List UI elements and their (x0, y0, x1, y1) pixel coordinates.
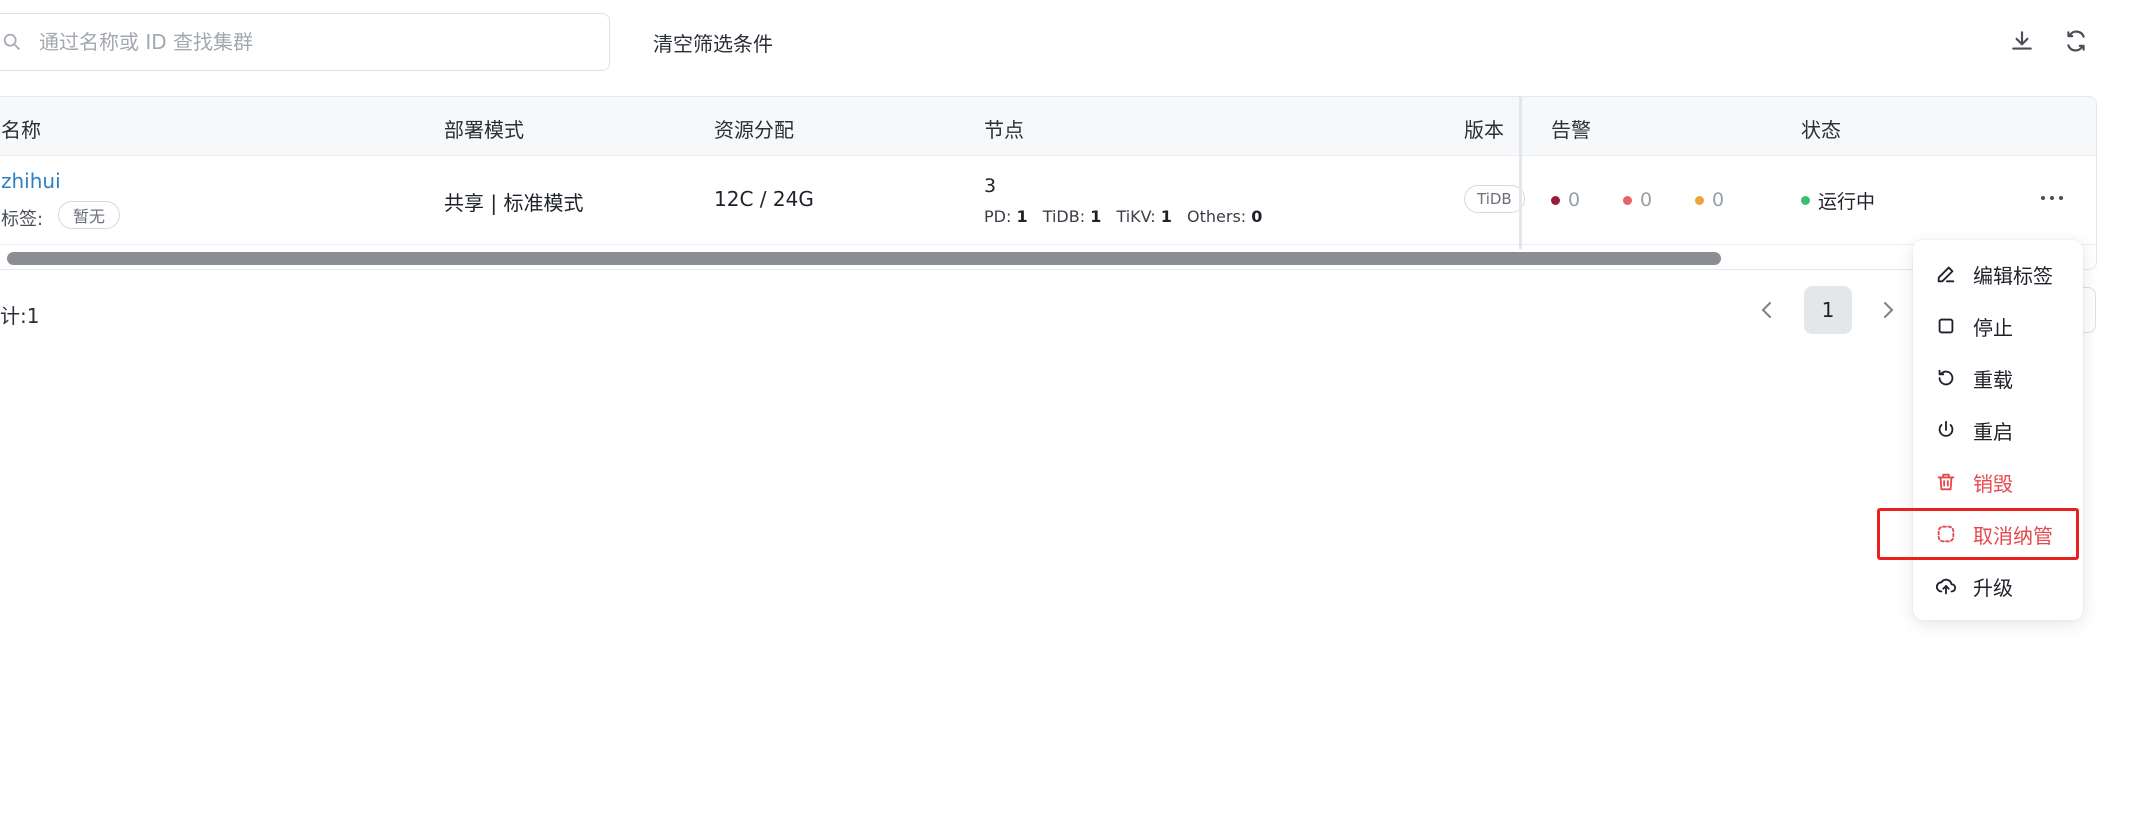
nodes-pd-label: PD: (984, 207, 1012, 226)
search-icon (1, 31, 23, 53)
reload-icon (1938, 369, 1954, 386)
alert-critical: 0 (1551, 189, 1580, 211)
cluster-name-link[interactable]: zhihui (1, 169, 61, 193)
tag-badge[interactable]: 暂无 (58, 201, 121, 229)
alert-critical-count: 0 (1568, 189, 1581, 211)
nodes-tikv-count: 1 (1160, 207, 1172, 226)
menu-item-label: 编辑标签 (1973, 263, 2053, 288)
cloud-upload-icon (1935, 578, 1957, 595)
menu-item-label: 销毁 (1973, 471, 2013, 496)
unlink-icon (1937, 525, 1955, 543)
clear-filters-button[interactable]: 清空筛选条件 (653, 28, 773, 57)
column-header-status: 状态 (1801, 118, 1841, 142)
menu-item-restart[interactable]: 重启 (1913, 404, 2083, 456)
alert-warning-dot-icon (1623, 195, 1632, 205)
nodes-tidb-label: TiDB: (1042, 207, 1086, 226)
menu-item-label: 重载 (1973, 367, 2013, 392)
menu-item-stop[interactable]: 停止 (1913, 300, 2083, 352)
alert-info-count: 0 (1712, 189, 1725, 211)
search-box[interactable] (0, 13, 610, 71)
menu-item-destroy[interactable]: 销毁 (1913, 456, 2083, 508)
total-count: 计:1 (0, 304, 40, 328)
pencil-icon (1937, 266, 1955, 283)
alert-critical-dot-icon (1551, 195, 1560, 205)
column-header-name: 名称 (1, 118, 41, 142)
square-icon (1938, 318, 1954, 334)
search-input[interactable] (39, 30, 559, 54)
menu-item-label: 重启 (1973, 419, 2013, 444)
table-row: zhihui 标签: 暂无 共享 | 标准模式 12C / 24G 3 PD: … (0, 157, 2096, 245)
menu-item-label: 停止 (1973, 315, 2013, 340)
more-dot-icon (2041, 196, 2045, 200)
alert-warning-count: 0 (1640, 189, 1653, 211)
more-dot-icon (2059, 196, 2063, 200)
menu-item-label: 升级 (1973, 575, 2013, 600)
status-text: 运行中 (1818, 191, 1876, 213)
fixed-column-divider (1519, 97, 1522, 249)
column-header-version: 版本 (1464, 118, 1504, 142)
cluster-table: 名称 部署模式 资源分配 节点 版本 告警 状态 zhihui 标签: 暂无 共… (0, 96, 2097, 270)
status-dot-icon (1801, 196, 1810, 205)
menu-item-label: 取消纳管 (1973, 523, 2053, 548)
power-icon (1938, 420, 1954, 437)
nodes-total: 3 (984, 175, 997, 197)
pagination-page-button[interactable]: 1 (1804, 286, 1852, 334)
alert-info: 0 (1695, 189, 1724, 211)
column-header-deploy-mode: 部署模式 (444, 118, 524, 142)
alert-warning: 0 (1623, 189, 1652, 211)
tag-label: 标签: (1, 209, 44, 230)
column-header-nodes: 节点 (984, 118, 1024, 142)
nodes-detail: PD: 1 TiDB: 1 TiKV: 1 Others: 0 (984, 207, 1272, 226)
trash-icon (1937, 473, 1955, 491)
refresh-icon[interactable] (2063, 28, 2089, 54)
status-indicator: 运行中 (1801, 187, 1875, 214)
more-actions-button[interactable] (2041, 193, 2063, 203)
table-header: 名称 部署模式 资源分配 节点 版本 告警 状态 (0, 97, 2096, 156)
nodes-pd-count: 1 (1016, 207, 1028, 226)
nodes-tikv-label: TiKV: (1116, 207, 1156, 226)
column-header-alerts: 告警 (1551, 118, 1591, 142)
nodes-others-label: Others: (1187, 207, 1247, 226)
menu-item-reload[interactable]: 重载 (1913, 352, 2083, 404)
menu-item-unmanage[interactable]: 取消纳管 (1913, 508, 2083, 560)
menu-item-edit-tags[interactable]: 编辑标签 (1913, 248, 2083, 300)
download-icon[interactable] (2009, 28, 2035, 54)
nodes-others-count: 0 (1251, 207, 1263, 226)
chevron-left-icon[interactable] (1755, 298, 1779, 322)
nodes-tidb-count: 1 (1090, 207, 1102, 226)
version-badge: TiDB (1464, 185, 1525, 213)
menu-item-upgrade[interactable]: 升级 (1913, 560, 2083, 612)
deploy-mode-cell: 共享 | 标准模式 (444, 191, 584, 215)
resources-cell: 12C / 24G (714, 187, 814, 211)
alert-info-dot-icon (1695, 195, 1704, 205)
action-dropdown-menu: 编辑标签 停止 重载 重启 销毁 取消纳管 升级 (1913, 240, 2083, 620)
scrollbar-thumb[interactable] (7, 252, 1721, 265)
column-header-resources: 资源分配 (714, 118, 794, 142)
chevron-right-icon[interactable] (1876, 298, 1900, 322)
more-dot-icon (2050, 196, 2054, 200)
